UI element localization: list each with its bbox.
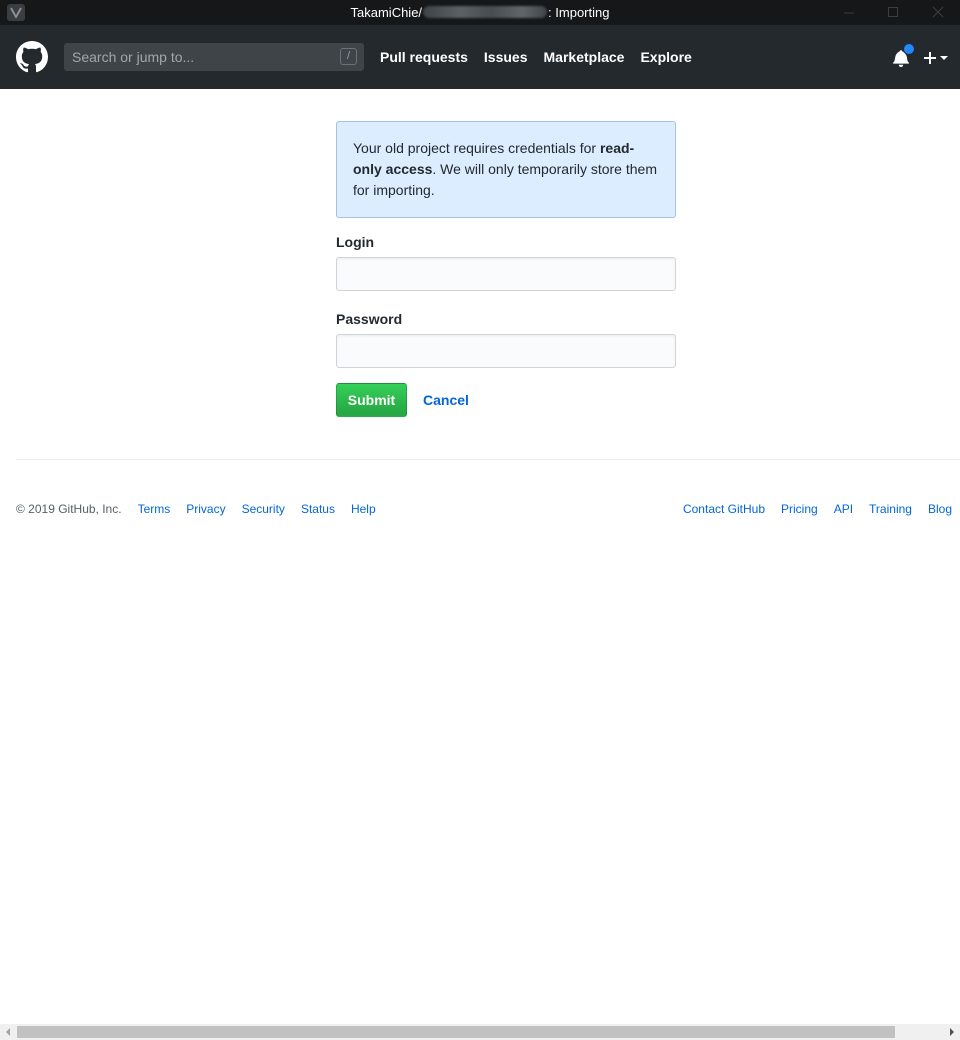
import-credentials-form: Your old project requires credentials fo… (336, 121, 676, 417)
nav-marketplace[interactable]: Marketplace (544, 49, 625, 65)
nav-pull-requests[interactable]: Pull requests (380, 49, 468, 65)
plus-caret-icon (924, 52, 948, 64)
close-icon[interactable] (930, 5, 946, 19)
minimize-icon[interactable] (841, 5, 857, 19)
cancel-link[interactable]: Cancel (423, 392, 469, 408)
submit-button[interactable]: Submit (336, 383, 407, 417)
footer-link-blog[interactable]: Blog (928, 502, 952, 516)
site-header: / Pull requests Issues Marketplace Explo… (0, 25, 960, 89)
footer-left: © 2019 GitHub, Inc. Terms Privacy Securi… (16, 502, 392, 516)
footer-link-privacy[interactable]: Privacy (186, 502, 225, 516)
footer-link-security[interactable]: Security (242, 502, 285, 516)
form-actions: Submit Cancel (336, 383, 676, 417)
footer-link-terms[interactable]: Terms (138, 502, 171, 516)
footer-divider (16, 459, 960, 460)
window-title-suffix: : Importing (548, 5, 610, 20)
footer-right: Contact GitHub Pricing API Training Blog (667, 502, 952, 516)
footer-copyright: © 2019 GitHub, Inc. (16, 502, 122, 516)
unread-notification-dot (903, 43, 915, 55)
footer-link-help[interactable]: Help (351, 502, 376, 516)
scrollbar-thumb[interactable] (17, 1026, 895, 1038)
credentials-notice: Your old project requires credentials fo… (336, 121, 676, 218)
window-title-prefix: TakamiChie/ (350, 5, 423, 20)
scroll-left-icon[interactable] (0, 1024, 16, 1040)
notifications-button[interactable] (893, 43, 915, 67)
window-titlebar: TakamiChie/ : Importing (0, 0, 960, 25)
create-new-dropdown[interactable] (922, 50, 950, 66)
footer-link-training[interactable]: Training (869, 502, 912, 516)
search-input[interactable] (64, 43, 332, 71)
footer-link-api[interactable]: API (834, 502, 853, 516)
window-title: TakamiChie/ : Importing (0, 4, 960, 21)
login-field[interactable] (336, 257, 676, 291)
password-label: Password (336, 311, 403, 327)
search-box[interactable]: / (64, 43, 364, 71)
horizontal-scrollbar[interactable] (0, 1024, 960, 1040)
search-shortcut-hint: / (340, 48, 357, 65)
github-logo-icon[interactable] (16, 41, 48, 73)
login-label: Login (336, 234, 375, 250)
maximize-icon[interactable] (885, 5, 901, 19)
header-nav: Pull requests Issues Marketplace Explore (380, 25, 708, 89)
footer-link-pricing[interactable]: Pricing (781, 502, 818, 516)
password-field[interactable] (336, 334, 676, 368)
scroll-right-icon[interactable] (944, 1024, 960, 1040)
footer-link-contact-github[interactable]: Contact GitHub (683, 502, 765, 516)
redacted-repo-name (423, 6, 548, 18)
site-footer: © 2019 GitHub, Inc. Terms Privacy Securi… (16, 502, 952, 518)
nav-issues[interactable]: Issues (484, 49, 528, 65)
nav-explore[interactable]: Explore (640, 49, 691, 65)
notice-text-before: Your old project requires credentials fo… (353, 140, 600, 156)
footer-link-status[interactable]: Status (301, 502, 335, 516)
